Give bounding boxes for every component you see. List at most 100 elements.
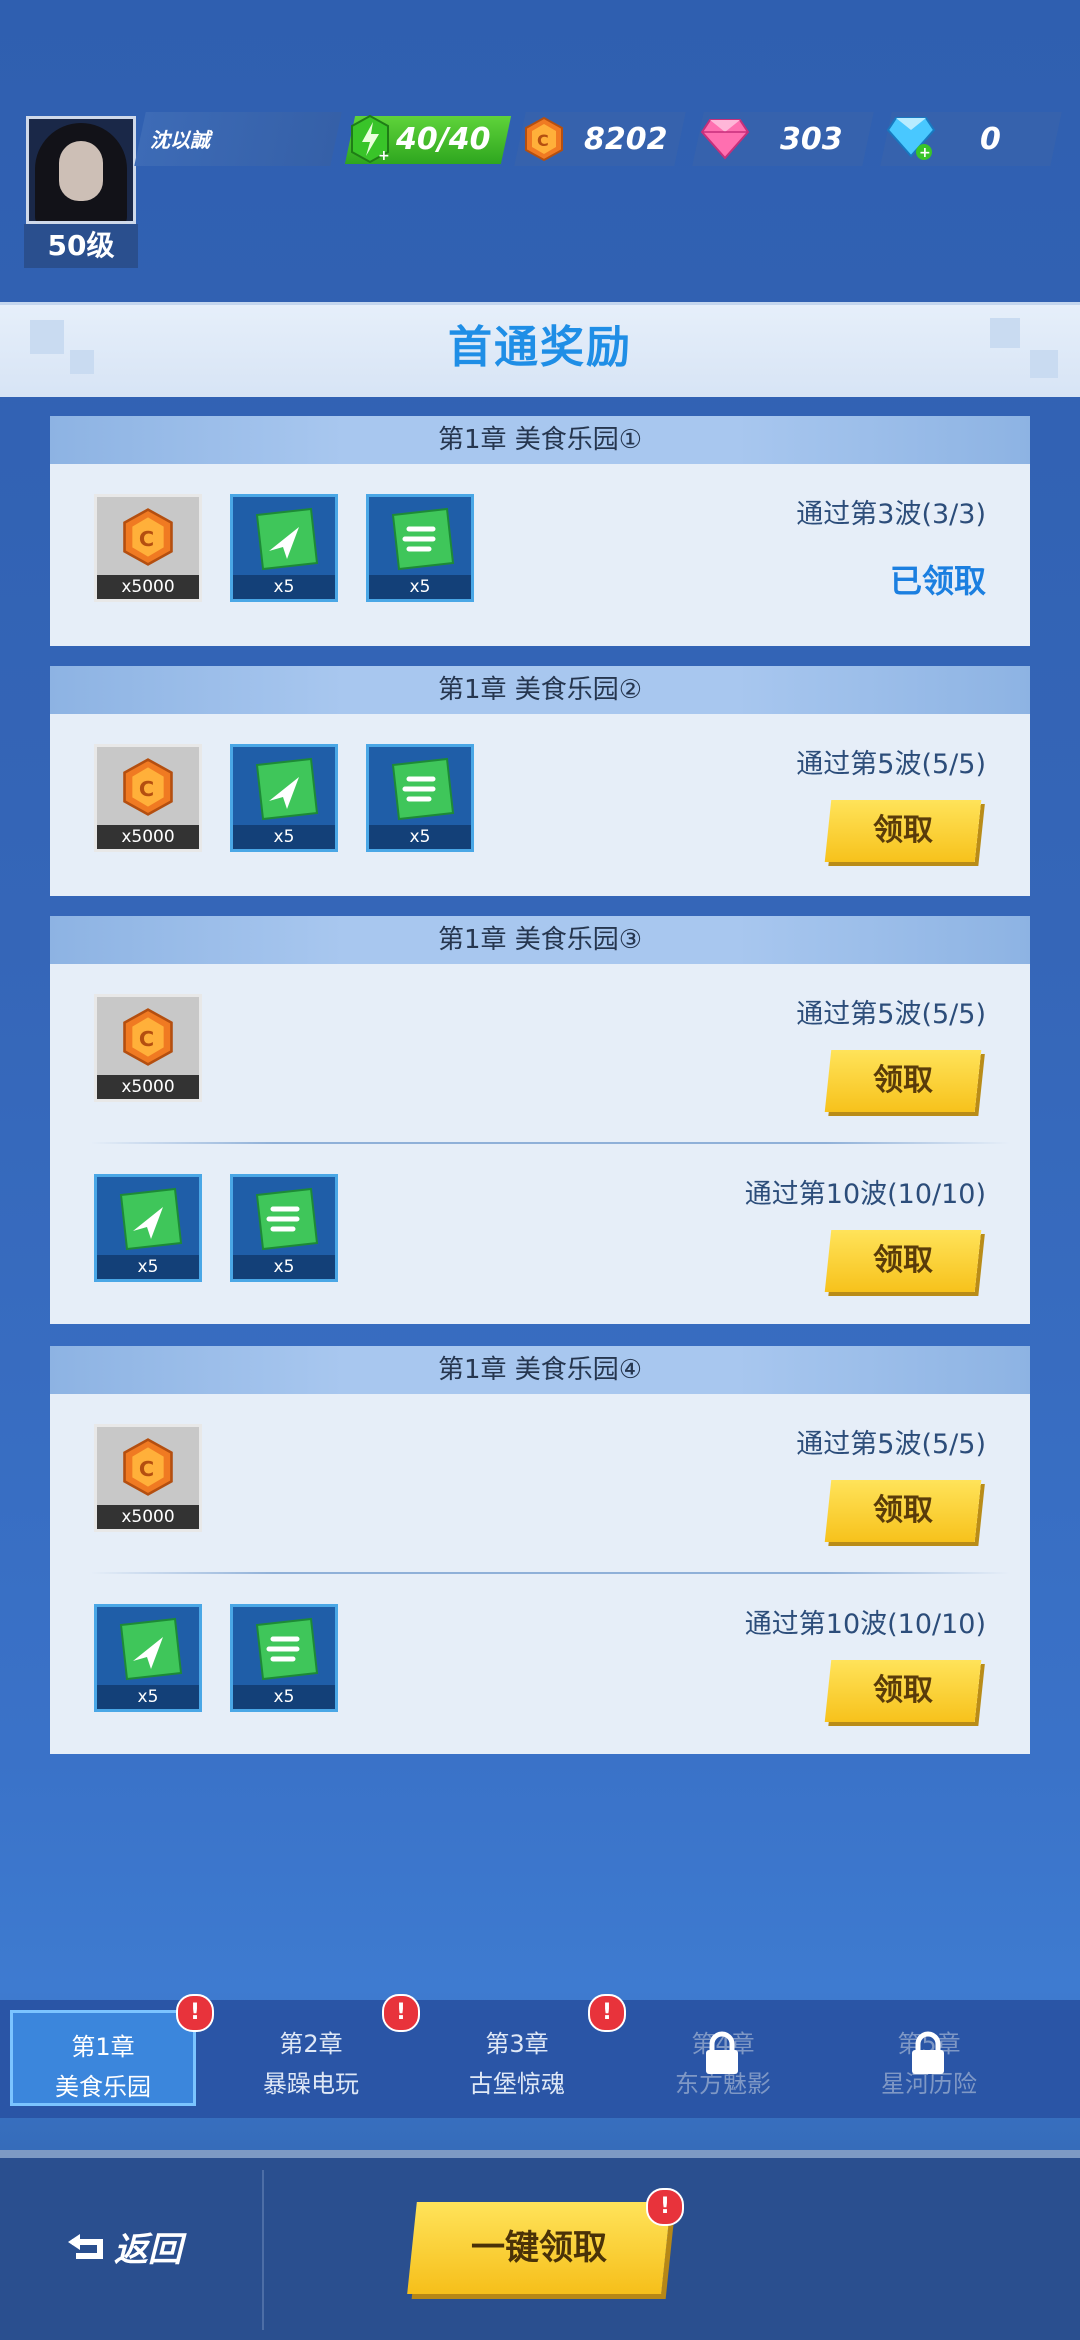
upgrade-chip-reward-item[interactable]: x5 [94,1174,202,1282]
coin-value: 8202 [584,122,668,157]
reward-card-4: 第1章 美食乐园④ C x5000 通过第5波(5/5) 领取 x5 x5 通过… [50,1346,1030,1754]
wave-condition: 通过第5波(5/5) [796,999,986,1030]
pink-gem-icon [700,119,750,160]
coin-reward-item[interactable]: C x5000 [94,994,202,1102]
item-quantity: x5 [233,1255,335,1279]
upgrade-chip-reward-item[interactable]: x5 [230,744,338,852]
claim-button-label: 领取 [873,1063,933,1098]
coin-icon: C [525,116,563,162]
claimed-status: 已领取 [889,562,986,600]
coin-reward-item[interactable]: C x5000 [94,744,202,852]
coin-icon: C [123,508,173,566]
reward-card-2: 第1章 美食乐园② C x5000 x5 x5 通过第5波(5/5) 领取 [50,666,1030,896]
coin-icon: C [123,758,173,816]
wave-condition: 通过第5波(5/5) [796,749,986,780]
tab-chapter-number: 第3章 [485,2030,549,2058]
reward-card-1: 第1章 美食乐园① C x5000 x5 x5 通过第3波(3/3) 已领取 [50,416,1030,646]
tab-chapter-name: 美食乐园 [55,2073,151,2101]
svg-text:C: C [139,527,154,551]
speed-chip-icon [391,757,455,821]
plane-chip-icon [119,1187,183,1251]
alert-badge: ! [646,2188,684,2226]
item-quantity: x5000 [97,575,199,599]
bottom-divider-line [0,2150,1080,2158]
claim-button[interactable]: 领取 [824,1480,982,1542]
coin-reward-item[interactable]: C x5000 [94,494,202,602]
plane-chip-icon [255,757,319,821]
upgrade-chip-reward-item[interactable]: x5 [230,1604,338,1712]
reward-card-3: 第1章 美食乐园③ C x5000 通过第5波(5/5) 领取 x5 x5 通过… [50,916,1030,1324]
claim-button-label: 领取 [873,1243,933,1278]
upgrade-chip-reward-item[interactable]: x5 [230,1174,338,1282]
item-quantity: x5 [97,1685,199,1709]
coin-icon: C [123,1438,173,1496]
bottom-separator [262,2170,264,2330]
speed-chip-icon [255,1187,319,1251]
alert-badge: ! [588,1994,626,2032]
svg-text:C: C [139,1027,154,1051]
tab-chapter-name: 古堡惊魂 [469,2070,565,2098]
svg-text:+: + [919,145,931,161]
coin-icon: C [123,1008,173,1066]
lock-icon [912,2031,944,2074]
energy-value: 40/40 [396,122,491,157]
claim-button[interactable]: 领取 [824,1660,982,1722]
upgrade-chip-reward-item[interactable]: x5 [366,744,474,852]
item-quantity: x5000 [97,1075,199,1099]
claim-button[interactable]: 领取 [824,800,982,862]
diamond-value: 0 [980,122,1001,157]
alert-badge: ! [382,1994,420,2032]
claim-all-button[interactable]: 一键领取 [407,2202,671,2294]
svg-text:+: + [378,148,390,164]
player-level: 50级 [24,224,138,268]
back-arrow-icon [68,2234,103,2259]
avatar[interactable] [26,116,136,224]
claim-button-label: 领取 [873,1493,933,1528]
claim-button-label: 领取 [873,1673,933,1708]
upgrade-chip-reward-item[interactable]: x5 [94,1604,202,1712]
page-title: 首通奖励 [448,322,632,373]
speed-chip-icon [391,507,455,571]
upgrade-chip-reward-item[interactable]: x5 [366,494,474,602]
claim-all-label: 一键领取 [471,2228,607,2268]
item-quantity: x5 [233,575,335,599]
coin-reward-item[interactable]: C x5000 [94,1424,202,1532]
svg-text:C: C [537,131,549,150]
tab-chapter-number: 第2章 [279,2030,343,2058]
alert-badge: ! [176,1994,214,2032]
upgrade-chip-reward-item[interactable]: x5 [230,494,338,602]
player-name: 沈以誠 [150,128,210,152]
back-button[interactable]: 返回 [66,2222,206,2272]
energy-bolt-icon: + [351,114,390,164]
card-header: 第1章 美食乐园② [50,666,1030,714]
speed-chip-icon [255,1617,319,1681]
item-quantity: x5 [233,825,335,849]
claim-button[interactable]: 领取 [824,1050,982,1112]
claim-button[interactable]: 领取 [824,1230,982,1292]
item-quantity: x5 [233,1685,335,1709]
wave-condition: 通过第10波(10/10) [744,1609,986,1640]
avatar-face [59,141,103,201]
row-divider [90,1572,1010,1574]
claim-button-label: 领取 [873,813,933,848]
plane-chip-icon [255,507,319,571]
svg-text:C: C [139,1457,154,1481]
diamond-plus-icon[interactable]: + [886,116,936,162]
item-quantity: x5 [97,1255,199,1279]
svg-text:C: C [139,777,154,801]
card-header: 第1章 美食乐园③ [50,916,1030,964]
back-button-label: 返回 [114,2230,182,2270]
tab-chapter-2[interactable]: 第2章 暴躁电玩 [218,2010,404,2106]
item-quantity: x5 [369,825,471,849]
item-quantity: x5000 [97,825,199,849]
tab-chapter-1[interactable]: 第1章 美食乐园 [10,2010,196,2106]
row-divider [90,1142,1010,1144]
card-header: 第1章 美食乐园④ [50,1346,1030,1394]
wave-condition: 通过第3波(3/3) [796,499,986,530]
card-header: 第1章 美食乐园① [50,416,1030,464]
tab-chapter-name: 暴躁电玩 [263,2070,359,2098]
lock-icon [706,2031,738,2074]
gem-value: 303 [780,122,843,157]
tab-chapter-3[interactable]: 第3章 古堡惊魂 [424,2010,610,2106]
tab-chapter-number: 第1章 [71,2033,135,2061]
